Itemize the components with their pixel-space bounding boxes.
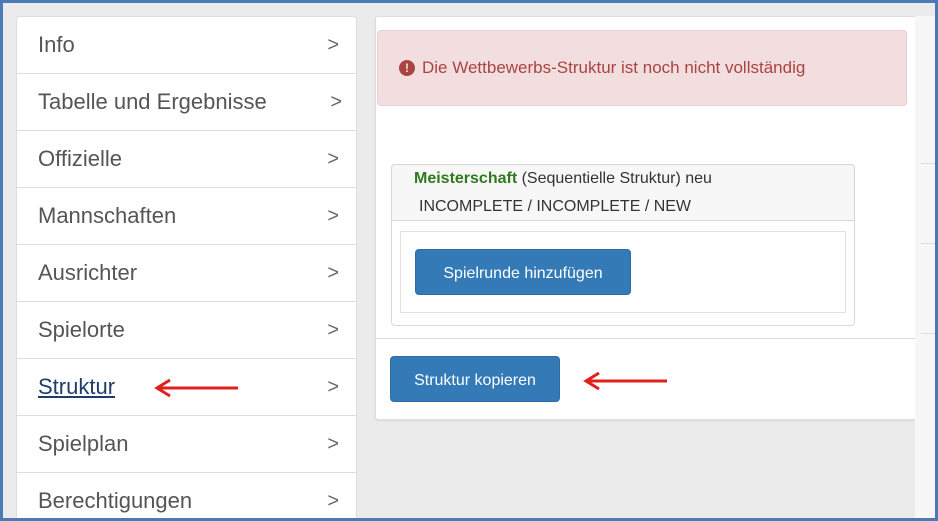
sidebar-item-tabelle-und-ergebnisse[interactable]: Tabelle und Ergebnisse >	[17, 74, 356, 131]
sidebar-item-label: Mannschaften	[38, 203, 177, 228]
background-panel-edge	[915, 16, 935, 518]
chevron-right-icon: >	[327, 262, 339, 284]
sidebar-item-berechtigungen[interactable]: Berechtigungen >	[17, 473, 356, 518]
copy-structure-button[interactable]: Struktur kopieren	[390, 356, 560, 402]
sidebar-item-struktur[interactable]: Struktur >	[17, 359, 356, 416]
chevron-right-icon: >	[327, 205, 339, 227]
sidebar-item-label: Berechtigungen	[38, 488, 193, 513]
sidebar-item-label: Spielorte	[38, 317, 125, 342]
chevron-right-icon: >	[327, 376, 339, 398]
sidebar-item-offizielle[interactable]: Offizielle >	[17, 131, 356, 188]
structure-panel: ! Die Wettbewerbs-Struktur ist noch nich…	[375, 16, 917, 420]
sidebar-item-label: Ausrichter	[38, 260, 138, 285]
sidebar-item-spielplan[interactable]: Spielplan >	[17, 416, 356, 473]
sidebar-item-label: Struktur	[38, 374, 116, 399]
sidebar-item-spielorte[interactable]: Spielorte >	[17, 302, 356, 359]
round-container: Spielrunde hinzufügen	[400, 231, 846, 313]
chevron-right-icon: >	[327, 34, 339, 56]
add-round-button[interactable]: Spielrunde hinzufügen	[415, 249, 631, 295]
chevron-right-icon: >	[327, 319, 339, 341]
incomplete-structure-alert: ! Die Wettbewerbs-Struktur ist noch nich…	[377, 30, 907, 106]
tab-title: Meisterschaft (Sequentielle Struktur) ne…	[414, 170, 712, 188]
sidebar-item-label: Tabelle und Ergebnisse	[38, 89, 267, 114]
sidebar-nav: Info > Tabelle und Ergebnisse > Offiziel…	[16, 16, 357, 518]
chevron-right-icon: >	[327, 490, 339, 512]
structure-name: Meisterschaft	[414, 170, 518, 187]
chevron-right-icon: >	[327, 148, 339, 170]
annotation-arrow-icon	[583, 371, 667, 391]
sidebar-item-label: Info	[38, 32, 75, 57]
screenshot-frame: Info > Tabelle und Ergebnisse > Offiziel…	[0, 0, 938, 521]
sidebar-item-mannschaften[interactable]: Mannschaften >	[17, 188, 356, 245]
sidebar-item-ausrichter[interactable]: Ausrichter >	[17, 245, 356, 302]
sidebar-item-label: Spielplan	[38, 431, 129, 456]
tab-content: Spielrunde hinzufügen	[391, 220, 855, 326]
alert-message: Die Wettbewerbs-Struktur ist noch nicht …	[422, 58, 806, 77]
divider	[921, 333, 935, 334]
exclamation-circle-icon: !	[399, 60, 415, 76]
tab-meisterschaft[interactable]: Meisterschaft (Sequentielle Struktur) ne…	[391, 164, 855, 221]
panel-divider	[376, 338, 916, 339]
sidebar-item-info[interactable]: Info >	[17, 17, 356, 74]
chevron-right-icon: >	[327, 433, 339, 455]
divider	[921, 163, 935, 164]
chevron-right-icon: >	[330, 91, 342, 113]
divider	[921, 243, 935, 244]
sidebar-item-label: Offizielle	[38, 146, 122, 171]
structure-type: (Sequentielle Struktur) neu	[517, 170, 712, 187]
structure-status: INCOMPLETE / INCOMPLETE / NEW	[419, 198, 692, 215]
annotation-arrow-icon	[154, 378, 238, 398]
